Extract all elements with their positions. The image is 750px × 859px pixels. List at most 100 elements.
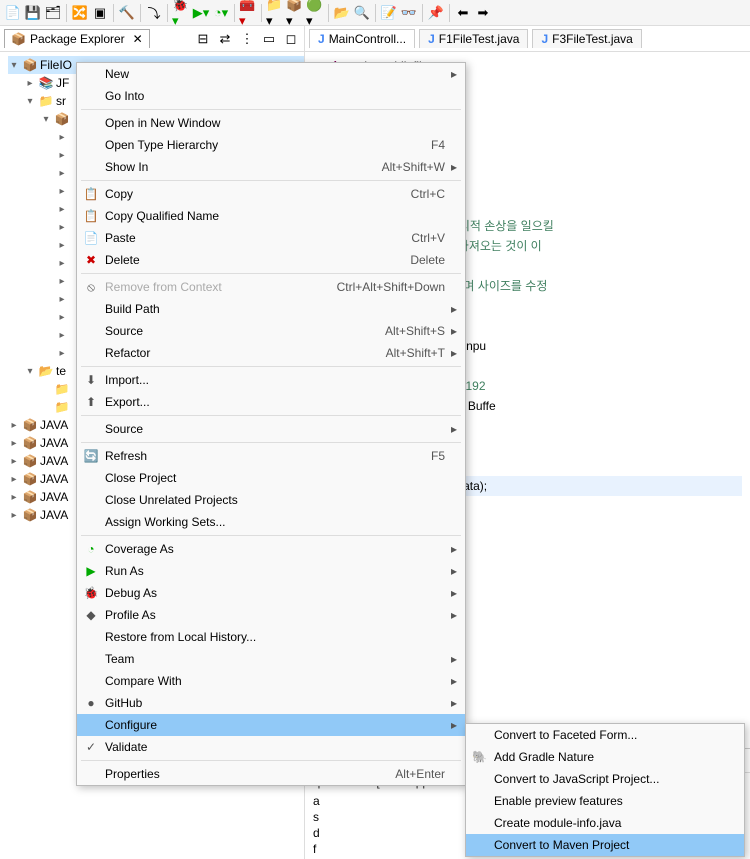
menu-item-delete[interactable]: ✖DeleteDelete (77, 249, 465, 271)
expand-arrow-icon[interactable]: ▾ (24, 96, 36, 107)
open-type-icon[interactable]: 📂 (333, 4, 351, 22)
menu-item-open-in-new-window[interactable]: Open in New Window (77, 112, 465, 134)
expand-arrow-icon[interactable]: ▸ (56, 312, 68, 323)
menu-item-export-[interactable]: ⬆Export... (77, 391, 465, 413)
expand-arrow-icon[interactable]: ▸ (56, 186, 68, 197)
task-icon[interactable]: 👓 (400, 4, 418, 22)
save-icon[interactable]: 💾 (24, 4, 42, 22)
expand-arrow-icon[interactable]: ▸ (56, 222, 68, 233)
expand-arrow-icon[interactable]: ▾ (24, 366, 36, 377)
submenu-item-enable-preview-features[interactable]: Enable preview features (466, 790, 744, 812)
menu-item-copy[interactable]: 📋CopyCtrl+C (77, 183, 465, 205)
expand-arrow-icon[interactable]: ▸ (56, 276, 68, 287)
menu-item-label: Copy (101, 187, 399, 201)
expand-arrow-icon[interactable]: ▸ (56, 294, 68, 305)
link-icon[interactable]: ⇄ (216, 30, 234, 48)
expand-arrow-icon[interactable]: ▸ (24, 78, 36, 89)
submenu-item-convert-to-javascript-project-[interactable]: Convert to JavaScript Project... (466, 768, 744, 790)
maximize-icon[interactable]: ◻ (282, 30, 300, 48)
expand-arrow-icon[interactable]: ▸ (8, 438, 20, 449)
package-explorer-tab[interactable]: 📦 Package Explorer ✕ (4, 29, 150, 48)
switch-icon[interactable]: 🔀 (71, 4, 89, 22)
tree-label: sr (56, 94, 66, 108)
expand-arrow-icon[interactable]: ▸ (56, 240, 68, 251)
submenu-item-create-module-info-java[interactable]: Create module-info.java (466, 812, 744, 834)
forward-icon[interactable]: ➡ (474, 4, 492, 22)
menu-item-label: Close Unrelated Projects (101, 493, 433, 507)
menu-item-configure[interactable]: Configure▸ (77, 714, 465, 736)
expand-arrow-icon[interactable]: ▾ (40, 114, 52, 125)
submenu-item-add-gradle-nature[interactable]: 🐘Add Gradle Nature (466, 746, 744, 768)
run-icon[interactable]: ▶▾ (192, 4, 210, 22)
menu-item-compare-with[interactable]: Compare With▸ (77, 670, 465, 692)
menu-item-open-type-hierarchy[interactable]: Open Type HierarchyF4 (77, 134, 465, 156)
context-menu[interactable]: New▸Go Into Open in New WindowOpen Type H… (76, 62, 466, 786)
submenu-item-convert-to-faceted-form-[interactable]: Convert to Faceted Form... (466, 724, 744, 746)
saveall-icon[interactable]: 🗂 (44, 4, 62, 22)
menu-item-close-unrelated-projects[interactable]: Close Unrelated Projects (77, 489, 465, 511)
annotation-icon[interactable]: 📝 (380, 4, 398, 22)
expand-arrow-icon[interactable]: ▾ (8, 60, 20, 71)
menu-item-profile-as[interactable]: ◆Profile As▸ (77, 604, 465, 626)
menu-item-validate[interactable]: ✓Validate (77, 736, 465, 758)
collapse-icon[interactable]: ⊟ (194, 30, 212, 48)
menu-item-show-in[interactable]: Show InAlt+Shift+W▸ (77, 156, 465, 178)
menu-item-assign-working-sets-[interactable]: Assign Working Sets... (77, 511, 465, 533)
build-icon[interactable]: 🔨 (118, 4, 136, 22)
java-file-icon: J (541, 32, 548, 46)
menu-item-build-path[interactable]: Build Path▸ (77, 298, 465, 320)
menu-item-paste[interactable]: 📄PasteCtrl+V (77, 227, 465, 249)
menu-item-new[interactable]: New▸ (77, 63, 465, 85)
terminal-icon[interactable]: ▣ (91, 4, 109, 22)
menu-item-source[interactable]: SourceAlt+Shift+S▸ (77, 320, 465, 342)
menu-item-import-[interactable]: ⬇Import... (77, 369, 465, 391)
new-icon[interactable]: 📄 (4, 4, 22, 22)
debug-icon[interactable]: 🐞▾ (172, 4, 190, 22)
expand-arrow-icon[interactable]: ▸ (8, 474, 20, 485)
skip-icon[interactable]: ⤵ (145, 4, 163, 22)
editor-tab[interactable]: JMainControll... (309, 29, 415, 48)
menu-item-restore-from-local-history-[interactable]: Restore from Local History... (77, 626, 465, 648)
filter-icon[interactable]: ⋮ (238, 30, 256, 48)
submenu-item-convert-to-maven-project[interactable]: Convert to Maven Project (466, 834, 744, 856)
tree-node-icon: 📁 (54, 382, 70, 396)
expand-arrow-icon[interactable]: ▸ (56, 132, 68, 143)
pin-icon[interactable]: 📌 (427, 4, 445, 22)
expand-arrow-icon[interactable]: ▸ (8, 420, 20, 431)
minimize-icon[interactable]: ▭ (260, 30, 278, 48)
editor-tab[interactable]: JF1FileTest.java (419, 29, 528, 48)
expand-arrow-icon[interactable]: ▸ (8, 492, 20, 503)
menu-item-run-as[interactable]: ▶Run As▸ (77, 560, 465, 582)
close-icon[interactable]: ✕ (133, 32, 143, 46)
configure-submenu[interactable]: Convert to Faceted Form...🐘Add Gradle Na… (465, 723, 745, 857)
search-icon[interactable]: 🔍 (353, 4, 371, 22)
expand-arrow-icon[interactable]: ▸ (8, 510, 20, 521)
expand-arrow-icon[interactable]: ▸ (56, 168, 68, 179)
menu-item-refresh[interactable]: 🔄RefreshF5 (77, 445, 465, 467)
expand-arrow-icon[interactable]: ▸ (56, 330, 68, 341)
menu-item-copy-qualified-name[interactable]: 📋Copy Qualified Name (77, 205, 465, 227)
expand-arrow-icon[interactable]: ▸ (56, 348, 68, 359)
menu-item-coverage-as[interactable]: ◔Coverage As▸ (77, 538, 465, 560)
new-class-icon[interactable]: 🟢▾ (306, 4, 324, 22)
menu-item-properties[interactable]: PropertiesAlt+Enter (77, 763, 465, 785)
menu-item-team[interactable]: Team▸ (77, 648, 465, 670)
editor-tab[interactable]: JF3FileTest.java (532, 29, 641, 48)
menu-item-debug-as[interactable]: 🐞Debug As▸ (77, 582, 465, 604)
ext-run-icon[interactable]: 🧰▾ (239, 4, 257, 22)
coverage-icon[interactable]: ◔▾ (212, 4, 230, 22)
menu-item-refactor[interactable]: RefactorAlt+Shift+T▸ (77, 342, 465, 364)
menu-item-source[interactable]: Source▸ (77, 418, 465, 440)
menu-item-go-into[interactable]: Go Into (77, 85, 465, 107)
expand-arrow-icon[interactable]: ▸ (8, 456, 20, 467)
menu-item-close-project[interactable]: Close Project (77, 467, 465, 489)
expand-arrow-icon[interactable]: ▸ (56, 204, 68, 215)
expand-arrow-icon[interactable]: ▸ (56, 258, 68, 269)
new-package-icon[interactable]: 📦▾ (286, 4, 304, 22)
menu-item-github[interactable]: ●GitHub▸ (77, 692, 465, 714)
new-project-icon[interactable]: 📁▾ (266, 4, 284, 22)
menu-item-label: Source (101, 422, 433, 436)
back-icon[interactable]: ⬅ (454, 4, 472, 22)
expand-arrow-icon[interactable]: ▸ (56, 150, 68, 161)
menu-item-label: Copy Qualified Name (101, 209, 433, 223)
